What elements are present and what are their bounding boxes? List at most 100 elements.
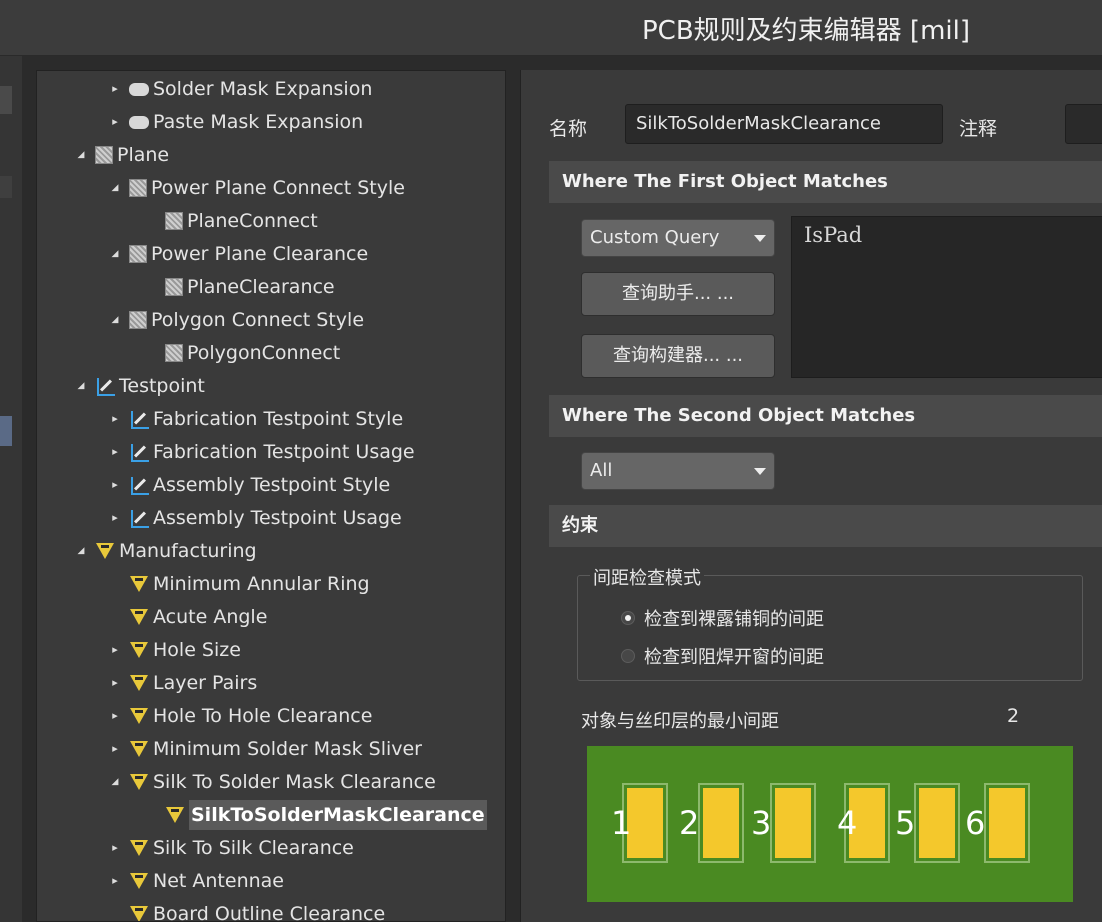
second-object-combo[interactable]: All [581,452,775,490]
background-widget [0,86,12,114]
tree-item[interactable]: ▸ Solder Mask Expansion [107,74,372,104]
expand-arrow-icon[interactable]: ▸ [107,470,123,500]
collapse-arrow-icon[interactable]: ◢ [73,371,89,401]
tree-item[interactable]: ▸ Fabrication Testpoint Style [107,404,403,434]
tree-item-label: Testpoint [119,375,205,397]
expand-arrow-icon[interactable]: ▸ [107,668,123,698]
min-clearance-value[interactable]: 2 [1007,705,1019,727]
clearance-preview-diagram: 1 2 3 45 6 [587,746,1073,902]
manufacturing-icon [129,706,149,726]
tree-item-label: Paste Mask Expansion [153,111,364,133]
tree-item-label: Assembly Testpoint Usage [153,507,402,529]
collapse-arrow-icon[interactable]: ◢ [107,239,123,269]
collapse-arrow-icon[interactable]: ◢ [107,305,123,335]
expand-arrow-icon[interactable]: ▸ [107,503,123,533]
tree-item[interactable]: Acute Angle [107,602,267,632]
expand-arrow-icon[interactable]: ▸ [107,701,123,731]
tree-item-label: Power Plane Connect Style [151,177,405,199]
query-text: IsPad [804,223,863,247]
mask-icon [129,115,149,129]
expand-arrow-icon[interactable]: ▸ [107,404,123,434]
tree-item[interactable]: ▸ Silk To Silk Clearance [107,833,354,863]
expand-arrow-icon[interactable]: ▸ [107,635,123,665]
tree-item-label: Fabrication Testpoint Usage [153,441,415,463]
tree-item-label: Hole Size [153,639,241,661]
radio-exposed-copper[interactable]: 检查到裸露铺铜的间距 [621,605,824,631]
tree-item-label: Plane [117,144,170,166]
comment-input[interactable] [1065,104,1102,144]
radio-mask-opening[interactable]: 检查到阻焊开窗的间距 [621,643,824,669]
tree-item[interactable]: ◢ Manufacturing [73,536,257,566]
testpoint-icon [129,442,149,462]
manufacturing-icon [129,772,149,792]
tree-item[interactable]: ◢ Polygon Connect Style [107,305,365,335]
tree-item-label: PlaneClearance [187,276,335,298]
tree-item[interactable]: PlaneConnect [143,206,318,236]
first-object-query-combo[interactable]: Custom Query [581,219,775,257]
dialog-title-bar: PCB规则及约束编辑器 [mil] [0,0,1102,56]
tree-item-label: PlaneConnect [187,210,318,232]
manufacturing-icon [129,871,149,891]
mask-icon [129,82,149,96]
rules-tree-panel[interactable]: ▸ Solder Mask Expansion ▸ Paste Mask Expans… [36,70,506,922]
collapse-arrow-icon[interactable]: ◢ [107,173,123,203]
collapse-arrow-icon[interactable]: ◢ [73,140,89,170]
tree-item[interactable]: ▸ Hole Size [107,635,241,665]
expand-arrow-icon[interactable]: ▸ [107,866,123,896]
second-object-header: Where The Second Object Matches [549,395,1102,437]
first-object-header: Where The First Object Matches [549,161,1102,203]
expand-arrow-icon[interactable]: ▸ [107,74,123,104]
tree-item-label: Minimum Solder Mask Sliver [153,738,422,760]
rule-name-input[interactable]: SilkToSolderMaskClearance [625,104,943,144]
expand-arrow-icon[interactable]: ▸ [107,734,123,764]
radio-dot[interactable] [621,611,635,625]
radio-dot[interactable] [621,649,635,663]
tree-item[interactable]: ▸ Hole To Hole Clearance [107,701,372,731]
tree-item-label: Assembly Testpoint Style [153,474,391,496]
tree-item-label: Hole To Hole Clearance [153,705,373,727]
tree-item[interactable]: ▸ Assembly Testpoint Style [107,470,390,500]
plane-icon [165,212,183,230]
tree-item[interactable]: ▸ Minimum Solder Mask Sliver [107,734,422,764]
manufacturing-icon [165,805,185,825]
tree-item[interactable]: ▸ Fabrication Testpoint Usage [107,437,415,467]
tree-item[interactable]: ▸ Net Antennae [107,866,284,896]
tree-item[interactable]: PlaneClearance [143,272,335,302]
collapse-arrow-icon[interactable]: ◢ [73,536,89,566]
tree-item-label: Solder Mask Expansion [153,78,373,100]
tree-item[interactable]: ◢ Power Plane Clearance [107,239,369,269]
tree-item[interactable]: ◢ Testpoint [73,371,205,401]
query-text-editor[interactable]: IsPad [791,216,1102,378]
tree-item-label: SilkToSolderMaskClearance [189,800,487,830]
tree-item[interactable]: ◢ Power Plane Connect Style [107,173,405,203]
tree-item-label: Net Antennae [153,870,284,892]
expand-arrow-icon[interactable]: ▸ [107,437,123,467]
tree-item[interactable]: ▸ Assembly Testpoint Usage [107,503,402,533]
testpoint-icon [129,409,149,429]
query-builder-button[interactable]: 查询构建器... ... [581,334,775,378]
pad [627,788,663,858]
testpoint-icon [95,376,115,396]
tree-item[interactable]: Board Outline Clearance [107,899,385,921]
expand-arrow-icon[interactable]: ▸ [107,833,123,863]
tree-item[interactable]: ▸ Layer Pairs [107,668,257,698]
manufacturing-icon [129,640,149,660]
combo-value: Custom Query [590,227,720,248]
tree-item-label: Manufacturing [119,540,257,562]
tree-item[interactable]: ◢ Plane [73,140,170,170]
rule-editor-panel: 名称 SilkToSolderMaskClearance 注释 Where Th… [520,70,1102,922]
tree-item[interactable]: ▸ Paste Mask Expansion [107,107,363,137]
background-widget [0,176,12,198]
manufacturing-icon [129,904,149,921]
min-clearance-label: 对象与丝印层的最小间距 [581,711,779,732]
pad-number: 6 [965,804,985,842]
tree-item[interactable]: ◢ Silk To Solder Mask Clearance [107,767,436,797]
tree-item[interactable]: SilkToSolderMaskClearance [143,800,487,830]
chevron-down-icon [754,235,766,242]
collapse-arrow-icon[interactable]: ◢ [107,767,123,797]
tree-item[interactable]: Minimum Annular Ring [107,569,370,599]
query-helper-button[interactable]: 查询助手... ... [581,272,775,316]
tree-item[interactable]: PolygonConnect [143,338,340,368]
plane-icon [165,278,183,296]
expand-arrow-icon[interactable]: ▸ [107,107,123,137]
